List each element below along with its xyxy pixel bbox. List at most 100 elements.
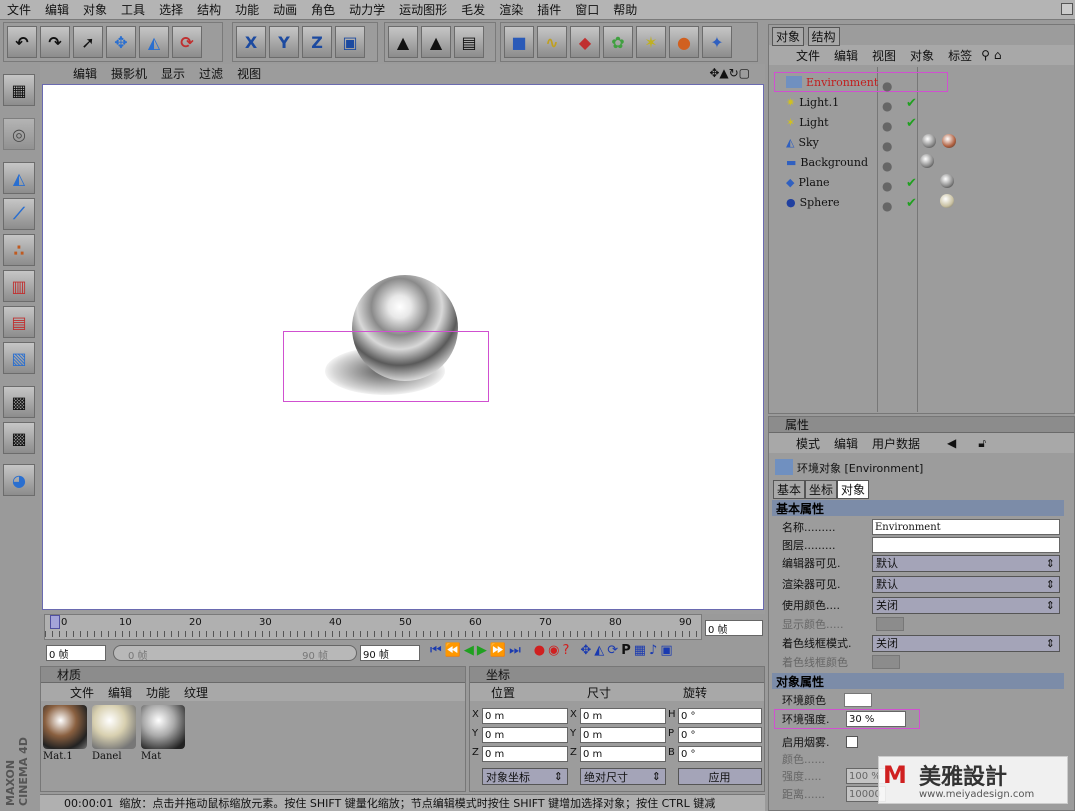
- menu-object[interactable]: 对象: [76, 1, 114, 18]
- tab-basic[interactable]: 基本: [773, 480, 806, 499]
- size-z-field[interactable]: 0 m: [580, 746, 666, 762]
- menu-edit[interactable]: 编辑: [38, 1, 76, 18]
- layout-icon[interactable]: ▦: [3, 74, 35, 106]
- attr-menu-userdata[interactable]: 用户数据: [865, 435, 927, 452]
- menu-function[interactable]: 功能: [228, 1, 266, 18]
- material-tag-icon[interactable]: [940, 194, 954, 208]
- spline-icon[interactable]: ∿: [537, 26, 567, 58]
- axis-mode-icon[interactable]: ⟋: [3, 198, 35, 230]
- end-frame-field[interactable]: 90 帧: [360, 645, 420, 661]
- viewport-menu-view[interactable]: 视图: [230, 65, 268, 82]
- polygons-mode-icon[interactable]: ▤: [3, 306, 35, 338]
- help-key-icon[interactable]: ?: [562, 643, 569, 658]
- undo-icon[interactable]: ↶: [7, 26, 37, 58]
- viewport-canvas[interactable]: [42, 84, 764, 610]
- timeline-ruler[interactable]: 0 10 20 30 40 50 60 70 80 90: [44, 614, 702, 640]
- wireframe-color-swatch[interactable]: [872, 655, 900, 669]
- apply-button[interactable]: 应用: [678, 768, 762, 785]
- array-icon[interactable]: ✿: [603, 26, 633, 58]
- size-y-field[interactable]: 0 m: [580, 727, 666, 743]
- move-icon[interactable]: ✥: [106, 26, 136, 58]
- render-settings-icon[interactable]: ▤: [454, 26, 484, 58]
- model-mode-icon[interactable]: ◎: [3, 118, 35, 150]
- deformer-icon[interactable]: ✶: [636, 26, 666, 58]
- tab-objects[interactable]: 对象: [772, 27, 805, 46]
- points-mode-icon[interactable]: ∴: [3, 234, 35, 266]
- menu-structure[interactable]: 结构: [190, 1, 228, 18]
- material-tag-icon[interactable]: [920, 154, 934, 168]
- enabled-checks[interactable]: ✔ ✔ ✔ ✔: [906, 94, 917, 214]
- key-move-icon[interactable]: ✥: [580, 643, 591, 658]
- rotation-p-field[interactable]: 0 °: [678, 727, 762, 743]
- mat-menu-texture[interactable]: 纹理: [177, 684, 215, 701]
- key-rotate-icon[interactable]: ⟳: [607, 643, 618, 658]
- viewport-menu-filter[interactable]: 过滤: [192, 65, 230, 82]
- attr-menu-edit[interactable]: 编辑: [827, 435, 865, 452]
- tab-coord[interactable]: 坐标: [805, 480, 838, 499]
- fog-checkbox[interactable]: [846, 736, 858, 748]
- object-row-light1[interactable]: ✷ Light.1: [786, 92, 839, 112]
- mat-menu-edit[interactable]: 编辑: [101, 684, 139, 701]
- viewport-menu-camera[interactable]: 摄影机: [104, 65, 154, 82]
- mat-menu-file[interactable]: 文件: [63, 684, 101, 701]
- light-icon[interactable]: ✦: [702, 26, 732, 58]
- menu-animation[interactable]: 动画: [266, 1, 304, 18]
- rotate-icon[interactable]: ⟳: [172, 26, 202, 58]
- rotation-b-field[interactable]: 0 °: [678, 746, 762, 762]
- rotation-h-field[interactable]: 0 °: [678, 708, 762, 724]
- tab-structure[interactable]: 结构: [807, 27, 840, 46]
- env-color-swatch[interactable]: [844, 693, 872, 707]
- viewport-nav-icons[interactable]: ✥▲↻▢: [702, 66, 757, 80]
- select-arrow-icon[interactable]: ➚: [73, 26, 103, 58]
- z-axis-icon[interactable]: Z: [302, 26, 332, 58]
- home-icon[interactable]: ⌂: [992, 48, 1004, 62]
- material-swatch[interactable]: [141, 705, 185, 749]
- nurbs-icon[interactable]: ◆: [570, 26, 600, 58]
- time-slider-handle[interactable]: [50, 615, 60, 629]
- object-row-background[interactable]: ▬ Background: [786, 152, 868, 172]
- menu-plugins[interactable]: 插件: [530, 1, 568, 18]
- object-mode-icon[interactable]: ◭: [3, 162, 35, 194]
- size-mode-select[interactable]: 绝对尺寸 ⇕: [580, 768, 666, 785]
- redo-icon[interactable]: ↷: [40, 26, 70, 58]
- object-row-sphere[interactable]: ● Sphere: [786, 192, 840, 212]
- checker-axis-icon[interactable]: ▩: [3, 422, 35, 454]
- position-z-field[interactable]: 0 m: [482, 746, 568, 762]
- size-x-field[interactable]: 0 m: [580, 708, 666, 724]
- layer-field[interactable]: [872, 537, 1060, 553]
- scale-icon[interactable]: ◭: [139, 26, 169, 58]
- key-grid-icon[interactable]: ▦: [634, 643, 646, 658]
- next-key-icon[interactable]: ⏩: [490, 643, 506, 658]
- viewport-menu-edit[interactable]: 编辑: [66, 65, 104, 82]
- viewport-menu-display[interactable]: 显示: [154, 65, 192, 82]
- key-param-icon[interactable]: P: [621, 643, 631, 658]
- position-x-field[interactable]: 0 m: [482, 708, 568, 724]
- object-row-sky[interactable]: ◭ Sky: [786, 132, 819, 152]
- back-arrow-icon[interactable]: ◀: [927, 436, 976, 450]
- menu-tools[interactable]: 工具: [114, 1, 152, 18]
- name-field[interactable]: Environment: [872, 519, 1060, 535]
- material-tag-icon[interactable]: [922, 134, 936, 148]
- editor-visible-select[interactable]: 默认 ⇕: [872, 554, 1060, 572]
- obj-menu-view[interactable]: 视图: [865, 47, 903, 64]
- use-color-select[interactable]: 关闭 ⇕: [872, 596, 1060, 614]
- x-axis-icon[interactable]: X: [236, 26, 266, 58]
- play-back-icon[interactable]: ◀: [464, 643, 474, 658]
- cube-icon[interactable]: ■: [504, 26, 534, 58]
- object-row-light[interactable]: ✶ Light: [786, 112, 829, 132]
- obj-menu-object[interactable]: 对象: [903, 47, 941, 64]
- play-icon[interactable]: ▶: [477, 643, 487, 658]
- checker-texture-icon[interactable]: ▩: [3, 386, 35, 418]
- restore-icon[interactable]: [1061, 3, 1073, 15]
- go-end-icon[interactable]: ⏭: [509, 643, 521, 658]
- menu-dynamics[interactable]: 动力学: [342, 1, 392, 18]
- autokey-icon[interactable]: ◉: [548, 643, 559, 658]
- range-slider[interactable]: 0 帧 90 帧: [113, 645, 357, 662]
- key-options-icon[interactable]: ▣: [660, 643, 672, 658]
- position-y-field[interactable]: 0 m: [482, 727, 568, 743]
- render-picture-icon[interactable]: ▲: [421, 26, 451, 58]
- key-scale-icon[interactable]: ◭: [594, 643, 604, 658]
- tab-object[interactable]: 对象: [837, 480, 870, 499]
- render-view-icon[interactable]: ▲: [388, 26, 418, 58]
- object-row-plane[interactable]: ◆ Plane: [786, 172, 830, 192]
